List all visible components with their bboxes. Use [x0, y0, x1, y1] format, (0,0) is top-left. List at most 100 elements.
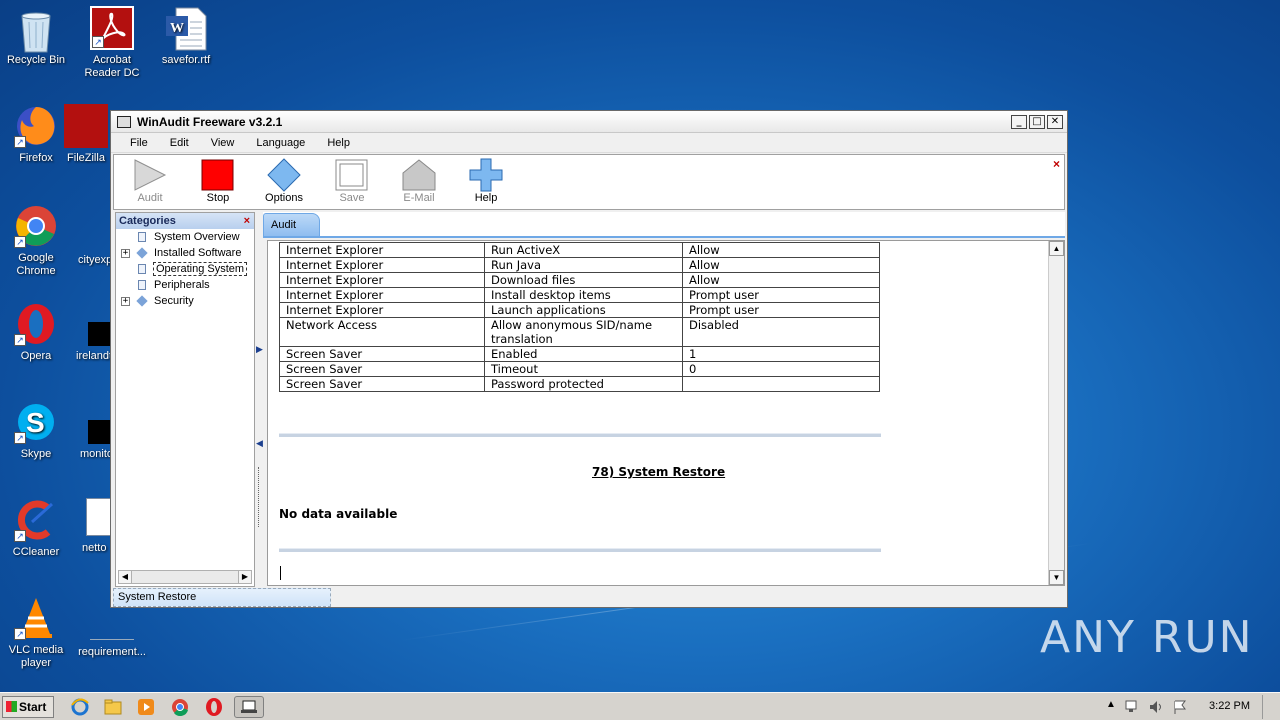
category-peripherals[interactable]: Peripherals [116, 277, 254, 293]
maximize-button[interactable]: □ [1029, 115, 1045, 129]
tab-audit[interactable]: Audit [263, 213, 320, 236]
options-diamond-icon [256, 158, 312, 192]
clock[interactable]: 3:22 PM [1209, 700, 1250, 712]
scroll-left-icon[interactable]: ◀ [119, 571, 132, 583]
svg-text:W: W [170, 21, 184, 36]
section-title: 78) System Restore [592, 465, 726, 479]
chrome-icon[interactable] [170, 697, 190, 717]
desktop-icon-acrobat[interactable]: ↗ Acrobat Reader DC [76, 6, 148, 80]
menu-view[interactable]: View [211, 137, 235, 149]
minimize-button[interactable]: _ [1011, 115, 1027, 129]
desktop-icon-label: Opera [20, 350, 52, 362]
setting-value-cell: Allow [682, 242, 880, 258]
opera-icon: ↗ [14, 302, 58, 346]
menu-bar: File Edit View Language Help [111, 133, 1067, 153]
category-label: Peripherals [154, 279, 210, 291]
shortcut-arrow-icon: ↗ [14, 628, 26, 640]
audit-button[interactable]: Audit [122, 158, 178, 204]
report-vertical-scrollbar[interactable]: ▲ ▼ [1048, 241, 1064, 585]
category-security[interactable]: + Security [116, 293, 254, 309]
desktop-icon-opera[interactable]: ↗ Opera [0, 302, 72, 363]
volume-icon[interactable] [1148, 699, 1164, 715]
table-row: Internet Explorer Launch applications Prom… [279, 302, 880, 318]
desktop-icon-label: Recycle Bin [6, 54, 66, 66]
help-button[interactable]: Help [458, 158, 514, 204]
category-operating-system[interactable]: Operating System [116, 261, 254, 277]
stop-button[interactable]: Stop [190, 158, 246, 204]
close-button[interactable]: ✕ [1047, 115, 1063, 129]
desktop-icon-irelandt[interactable]: irelandt [68, 322, 116, 363]
email-button[interactable]: E-Mail [391, 158, 447, 204]
categories-close-icon[interactable]: × [244, 213, 250, 229]
setting-value-cell: 1 [682, 346, 880, 362]
desktop-icon-netto[interactable]: netto [68, 498, 116, 555]
setting-category-cell: Internet Explorer [279, 242, 485, 258]
desktop-icon-label: monito [80, 448, 114, 460]
menu-file[interactable]: File [130, 137, 148, 149]
options-button[interactable]: Options [256, 158, 312, 204]
document-icon [138, 280, 146, 290]
desktop-icon-skype[interactable]: S ↗ Skype [0, 400, 72, 461]
category-system-overview[interactable]: System Overview [116, 229, 254, 245]
desktop-icon-label: irelandt [76, 350, 113, 362]
action-center-flag-icon[interactable] [1172, 699, 1188, 715]
opera-icon[interactable] [204, 697, 224, 717]
show-hidden-icons[interactable]: ▲ [1106, 699, 1116, 710]
save-button[interactable]: Save [324, 158, 380, 204]
network-icon[interactable] [1124, 699, 1140, 715]
scroll-down-icon[interactable]: ▼ [1049, 570, 1064, 585]
start-button[interactable]: Start [2, 696, 54, 718]
desktop-icon-label: Google Chrome [16, 252, 56, 277]
house-icon [391, 158, 447, 192]
status-text: System Restore [113, 588, 331, 607]
desktop-icon-chrome[interactable]: ↗ Google Chrome [0, 204, 72, 278]
show-desktop-button[interactable] [1262, 695, 1278, 719]
menu-language[interactable]: Language [256, 137, 305, 149]
toolbar-close-icon[interactable]: × [1053, 157, 1060, 171]
setting-category-cell: Internet Explorer [279, 272, 485, 288]
table-row: Network Access Allow anonymous SID/name t… [279, 317, 880, 347]
window-titlebar[interactable]: WinAudit Freeware v3.2.1 _ □ ✕ [111, 111, 1067, 133]
desktop-icon-cityexp[interactable]: cityexp [68, 254, 116, 267]
expand-icon[interactable]: + [121, 297, 130, 306]
desktop-icon-label: requirement... [78, 646, 146, 658]
diamond-icon [136, 295, 148, 307]
expand-icon[interactable]: + [121, 249, 130, 258]
menu-edit[interactable]: Edit [170, 137, 189, 149]
acrobat-icon: ↗ [90, 6, 134, 50]
desktop-icon-ccleaner[interactable]: ↗ CCleaner [0, 498, 72, 559]
system-tray: ▲ 3:22 PM [1102, 695, 1280, 719]
desktop-icon-filezilla[interactable]: FileZilla [62, 104, 110, 165]
toolbar: Audit Stop Options Save E-Mail Help × [113, 154, 1065, 210]
desktop-icon-vlc[interactable]: ↗ VLC media player [0, 596, 72, 670]
category-label: Security [154, 295, 194, 307]
setting-name-cell: Download files [484, 272, 683, 288]
scroll-up-icon[interactable]: ▲ [1049, 241, 1064, 256]
collapse-left-icon[interactable]: ◀ [256, 438, 263, 449]
desktop-icon-requirement[interactable]: requirement... [72, 612, 152, 659]
categories-horizontal-scrollbar[interactable]: ◀ ▶ [118, 570, 252, 584]
play-icon [122, 158, 178, 192]
ie-icon[interactable] [70, 697, 90, 717]
winaudit-taskbar-button[interactable] [234, 696, 264, 718]
winaudit-app-icon [117, 115, 131, 128]
pane-splitter[interactable]: ▶ ◀ [255, 212, 263, 587]
desktop-icon-label: Acrobat Reader DC [84, 54, 140, 79]
window-title: WinAudit Freeware v3.2.1 [137, 114, 283, 129]
desktop-icon-label: CCleaner [12, 546, 60, 558]
category-installed-software[interactable]: + Installed Software [116, 245, 254, 261]
section-divider [279, 548, 881, 552]
save-icon [324, 158, 380, 192]
desktop-icon-savefor[interactable]: W savefor.rtf [150, 6, 222, 67]
start-label: Start [19, 700, 47, 714]
collapse-right-icon[interactable]: ▶ [256, 344, 263, 355]
media-player-icon[interactable] [136, 697, 156, 717]
menu-help[interactable]: Help [327, 137, 350, 149]
no-data-message: No data available [279, 507, 398, 521]
explorer-icon[interactable] [103, 697, 123, 717]
desktop-icon-recycle-bin[interactable]: Recycle Bin [0, 6, 72, 67]
scroll-right-icon[interactable]: ▶ [238, 571, 251, 583]
status-bar: System Restore [113, 587, 1065, 607]
desktop-icon-monito[interactable]: monito [68, 420, 116, 461]
setting-name-cell: Launch applications [484, 302, 683, 318]
